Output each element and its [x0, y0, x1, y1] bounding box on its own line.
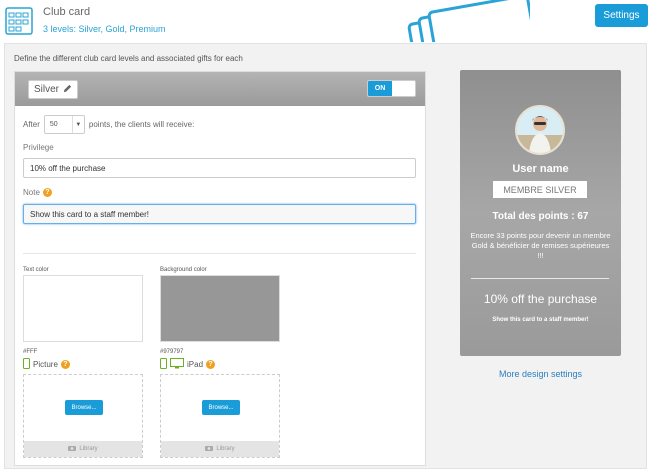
preview-next-level-text: Encore 33 points pour devenir un membre … — [470, 231, 611, 260]
points-value: 50 — [49, 121, 58, 128]
background-color-swatch[interactable] — [160, 275, 280, 342]
ipad-label-text: iPad — [187, 360, 204, 369]
help-icon[interactable]: ? — [60, 360, 70, 369]
camera-icon — [68, 445, 77, 453]
after-label: After — [23, 120, 40, 129]
monitor-icon — [170, 358, 184, 371]
pencil-icon — [63, 84, 72, 96]
text-color-swatch[interactable] — [23, 275, 143, 342]
note-label-text: Note — [23, 188, 40, 197]
points-suffix: points, the clients will receive: — [88, 120, 195, 129]
phone-icon — [160, 358, 167, 371]
privilege-label-text: Privilege — [23, 143, 54, 152]
picture-label-text: Picture — [33, 360, 58, 369]
browse-picture-button[interactable]: Browse... — [65, 400, 103, 415]
intro-text: Define the different club card levels an… — [14, 54, 243, 63]
preview-user-name: User name — [512, 163, 569, 175]
page-title: Club card — [43, 6, 91, 18]
ipad-label: iPad ? — [160, 358, 216, 371]
library-label: Library — [216, 446, 235, 452]
points-row: After 50 ▼ points, the clients will rece… — [23, 115, 194, 134]
picture-label: Picture ? — [23, 358, 70, 371]
card-preview: User name MEMBRE SILVER Total des points… — [460, 70, 621, 356]
picture-library-button[interactable]: Library — [24, 441, 142, 457]
ipad-upload: Browse... Library — [160, 374, 280, 458]
note-input[interactable]: Show this card to a staff member! — [23, 204, 416, 224]
points-select[interactable]: 50 ▼ — [43, 115, 85, 134]
text-color-hex: #FFF — [23, 349, 38, 355]
divider — [23, 253, 416, 254]
phone-icon — [23, 358, 30, 371]
level-name-button[interactable]: Silver — [28, 80, 79, 99]
background-color-hex: #979797 — [160, 349, 184, 355]
level-enabled-toggle[interactable]: ON — [367, 80, 416, 97]
level-name-label: Silver — [34, 84, 60, 95]
more-design-settings-link[interactable]: More design settings — [460, 369, 621, 379]
header: Club card 3 levels: Silver, Gold, Premiu… — [0, 0, 650, 42]
help-icon[interactable]: ? — [42, 188, 52, 197]
text-color-label: Text color — [23, 267, 49, 273]
level-editor: Silver ON After 50 ▼ points, the clients… — [14, 71, 426, 466]
main-panel: Define the different club card levels an… — [4, 43, 647, 469]
privilege-input[interactable]: 10% off the purchase — [23, 158, 416, 178]
privilege-label: Privilege — [23, 143, 54, 152]
preview-note: Show this card to a staff member! — [492, 317, 589, 323]
club-card-icon — [5, 5, 35, 37]
toggle-on-label: ON — [368, 81, 392, 96]
background-color-label: Background color — [160, 267, 207, 273]
avatar — [515, 105, 565, 155]
browse-ipad-button[interactable]: Browse... — [202, 400, 240, 415]
ipad-library-button[interactable]: Library — [161, 441, 279, 457]
preview-total-points: Total des points : 67 — [492, 211, 589, 222]
library-label: Library — [79, 446, 98, 452]
help-icon[interactable]: ? — [206, 360, 216, 369]
preview-divider — [471, 278, 609, 279]
preview-member-badge: MEMBRE SILVER — [493, 181, 587, 198]
camera-icon — [205, 445, 214, 453]
settings-button[interactable]: Settings — [595, 4, 648, 27]
note-label: Note ? — [23, 188, 52, 197]
picture-upload: Browse... Library — [23, 374, 143, 458]
caret-down-icon: ▼ — [71, 116, 84, 133]
level-header: Silver ON — [15, 72, 425, 106]
preview-privilege: 10% off the purchase — [483, 292, 598, 306]
cards-illustration-icon — [400, 0, 530, 42]
levels-summary: 3 levels: Silver, Gold, Premium — [43, 24, 166, 34]
